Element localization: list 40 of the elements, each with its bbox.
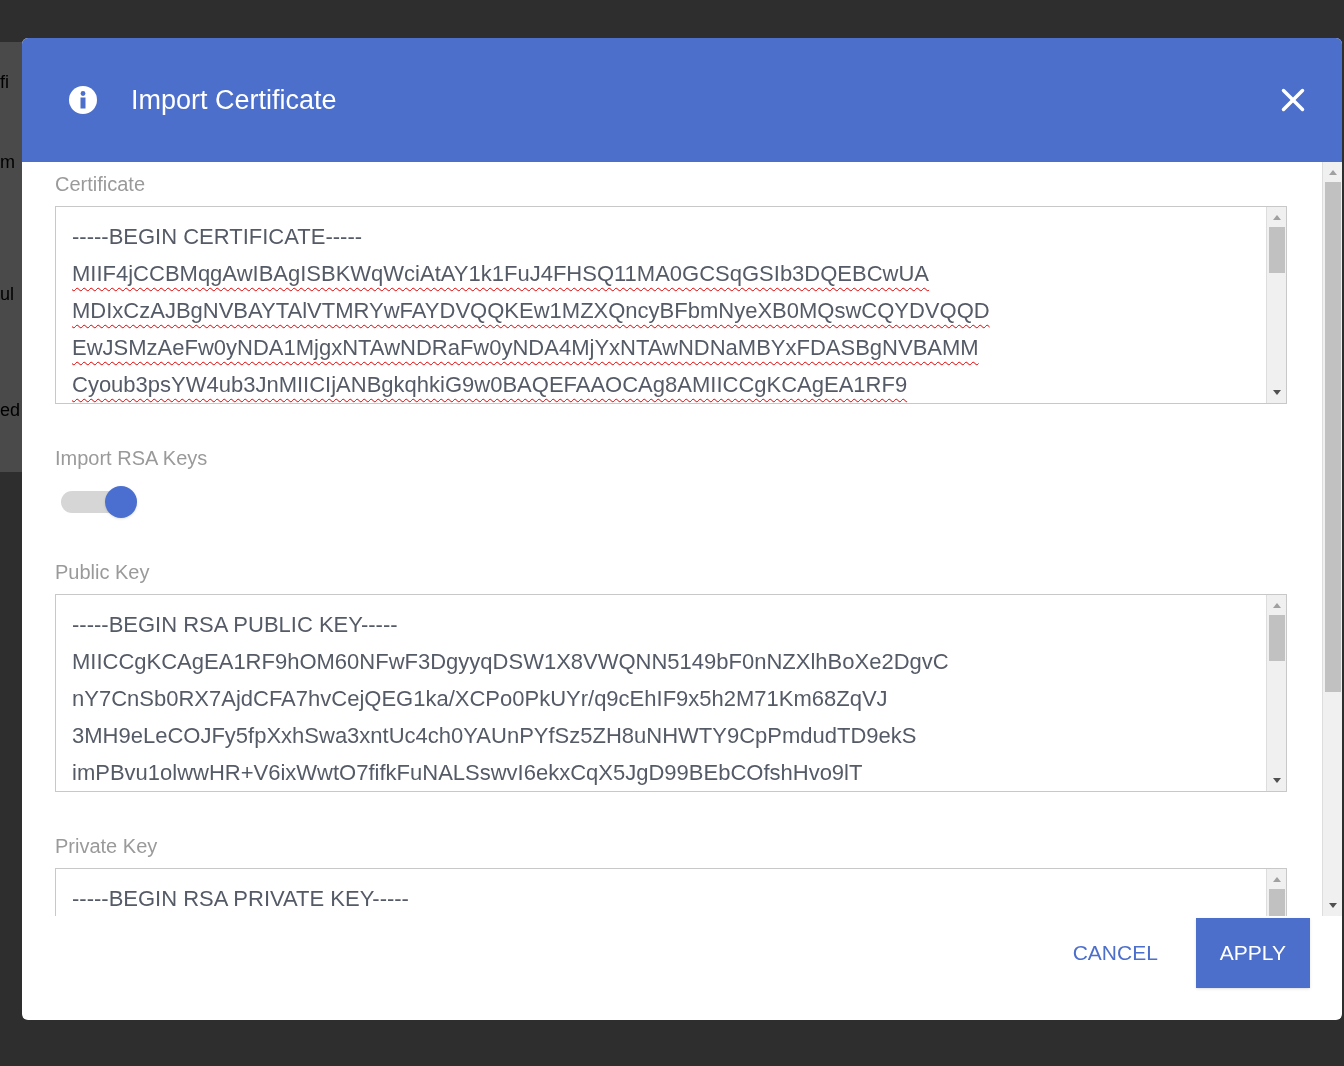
scroll-up-icon[interactable] (1271, 875, 1282, 883)
background-text: fi (0, 71, 10, 94)
dialog-title: Import Certificate (131, 83, 337, 117)
text-line: Cyoub3psYW4ub3JnMIICIjANBgkqhkiG9w0BAQEFAAOCAg8AMIICCgKCAgEA1RF9 (72, 371, 909, 399)
text-line: -----BEGIN RSA PUBLIC KEY----- (72, 611, 399, 639)
scroll-thumb[interactable] (1324, 182, 1341, 692)
toggle-switch[interactable] (59, 486, 139, 518)
text-line: MIIF4jCCBMqgAwIBAgISBKWqWciAtAY1k1FuJ4FHSQ11MA0GCSqGSIb3DQEBCwUA (72, 260, 931, 288)
scroll-up-icon[interactable] (1271, 213, 1282, 221)
scroll-up-icon[interactable] (1327, 168, 1338, 176)
text-line: MIICCgKCAgEA1RF9hOM60NFwF3DgyyqDSW1X8VWQNN5149bF0nNZXlhBoXe2DgvC (72, 648, 950, 676)
field-label: Private Key (55, 835, 158, 857)
scrollbar[interactable] (1266, 595, 1286, 791)
cancel-button[interactable]: CANCEL (1050, 918, 1180, 988)
scroll-thumb[interactable] (1268, 227, 1285, 273)
scrollbar[interactable] (1322, 162, 1342, 916)
background-text: ul (0, 283, 15, 306)
scroll-down-icon[interactable] (1327, 902, 1338, 910)
scroll-up-icon[interactable] (1271, 601, 1282, 609)
scroll-down-icon[interactable] (1271, 777, 1282, 785)
text-line: -----BEGIN RSA PRIVATE KEY----- (72, 885, 410, 913)
scroll-down-icon[interactable] (1271, 389, 1282, 397)
info-icon (68, 85, 98, 115)
text-area[interactable] (55, 206, 1287, 404)
background-text: ed (0, 399, 22, 422)
scrollbar[interactable] (1266, 207, 1286, 403)
field-label: Import RSA Keys (55, 447, 208, 469)
text-line: nY7CnSb0RX7AjdCFA7hvCejQEG1ka/XCPo0PkUYr/q9cEhIF9x5h2M71Km68ZqVJ (72, 685, 889, 713)
text-area[interactable] (55, 594, 1287, 792)
apply-button[interactable]: APPLY (1195, 918, 1310, 988)
field-label: Public Key (55, 561, 150, 583)
text-line: EwJSMzAeFw0yNDA1MjgxNTAwNDRaFw0yNDA4MjYxNTAwNDNaMBYxFDASBgNVBAMM (72, 334, 980, 362)
text-line: MDIxCzAJBgNVBAYTAlVTMRYwFAYDVQQKEw1MZXQncyBFbmNyeXB0MQswCQYDVQQD (72, 297, 991, 325)
text-area[interactable]: -----BEGIN RSA PRIVATE KEY----- (55, 868, 1287, 916)
text-line: -----BEGIN CERTIFICATE----- (72, 223, 364, 251)
background-text: m (0, 151, 16, 174)
text-line: 3MH9eLeCOJFy5fpXxhSwa3xntUc4ch0YAUnPYfSz5ZH8uNHWTY9CpPmdudTD9ekS (72, 722, 918, 750)
field-label: Certificate (55, 173, 146, 195)
scroll-thumb[interactable] (1268, 615, 1285, 661)
text-line: imPBvu1olwwHR+V6ixWwtO7fifkFuNALSswvI6ekxCqX5JgD99BEbCOfshHvo9lT (72, 759, 864, 787)
